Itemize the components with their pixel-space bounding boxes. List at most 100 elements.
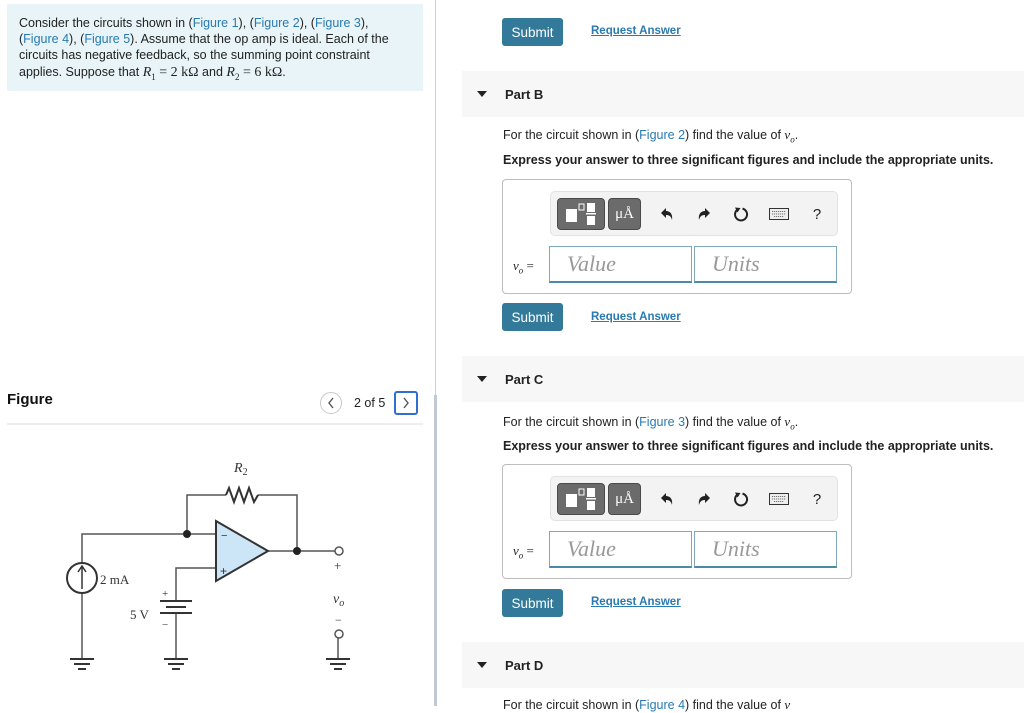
templates-button[interactable]: [557, 198, 605, 230]
help-button[interactable]: ?: [805, 486, 829, 512]
part-c-units-input[interactable]: Units: [694, 531, 837, 568]
part-d-figure-link[interactable]: Figure 4: [639, 698, 685, 712]
opamp-minus: −: [221, 530, 227, 542]
templates-button[interactable]: [557, 483, 605, 515]
problem-intro: Consider the circuits shown in (Figure 1…: [7, 4, 423, 91]
part-c-request-answer-link[interactable]: Request Answer: [591, 596, 681, 608]
keyboard-icon: [769, 493, 789, 505]
undo-button[interactable]: [655, 201, 679, 227]
part-b-variable-label: vo =: [513, 258, 534, 276]
part-c-label: Part C: [505, 371, 544, 387]
r1-symbol: R1: [142, 64, 156, 82]
undo-button[interactable]: [655, 486, 679, 512]
figure-2-link[interactable]: Figure 2: [254, 16, 300, 30]
vo-label: vo: [333, 592, 344, 609]
vo-plus: +: [334, 558, 341, 573]
r2-label: R2: [233, 461, 248, 478]
part-b-submit-button[interactable]: Submit: [502, 303, 563, 331]
figure-title: Figure: [7, 391, 53, 408]
figure-5-link[interactable]: Figure 5: [84, 32, 130, 46]
junction-dot-output: [293, 547, 301, 555]
ground-symbol-1: [70, 658, 94, 670]
part-c-question: For the circuit shown in (Figure 3) find…: [503, 414, 799, 432]
fraction-templates-icon: [566, 203, 596, 225]
chevron-left-icon: [328, 397, 334, 409]
caret-down-icon: [477, 91, 487, 97]
figure-3-link[interactable]: Figure 3: [315, 16, 361, 30]
battery-minus: −: [162, 619, 168, 631]
keyboard-icon: [769, 208, 789, 220]
figure-4-link[interactable]: Figure 4: [23, 32, 69, 46]
output-terminal-plus: [334, 546, 344, 556]
intro-text: Consider the circuits shown in (: [19, 16, 193, 30]
part-a-request-answer-link[interactable]: Request Answer: [591, 25, 681, 37]
output-terminal-minus: [334, 629, 344, 639]
part-c-math-toolbar: μÅ ?: [550, 476, 838, 521]
vo-minus: −: [335, 613, 342, 627]
prev-figure-button[interactable]: [320, 392, 342, 414]
reset-button[interactable]: [729, 486, 753, 512]
part-b-answer-box: μÅ ? vo = Value Units: [502, 179, 852, 294]
circuit-diagram: − + + vo − R2 2 mA + − 5 V: [66, 461, 350, 670]
undo-icon: [661, 493, 673, 505]
current-source-label: 2 mA: [100, 572, 130, 587]
part-c-submit-button[interactable]: Submit: [502, 589, 563, 617]
reset-icon: [734, 207, 749, 222]
part-b-figure-link[interactable]: Figure 2: [639, 128, 685, 142]
part-b-header[interactable]: Part B: [462, 71, 1024, 117]
keyboard-button[interactable]: [767, 201, 791, 227]
help-button[interactable]: ?: [805, 201, 829, 227]
r2-value: = 6 kΩ: [239, 64, 283, 80]
chevron-right-icon: [403, 397, 410, 409]
redo-icon: [698, 208, 710, 220]
part-a-submit-button[interactable]: Submit: [502, 18, 563, 46]
feedback-wire-right: [258, 494, 298, 551]
r1-value: = 2 kΩ: [155, 64, 199, 80]
redo-icon: [698, 493, 710, 505]
keyboard-button[interactable]: [767, 486, 791, 512]
and-text: and: [198, 64, 227, 79]
part-c-header[interactable]: Part C: [462, 356, 1024, 402]
part-b-label: Part B: [505, 86, 544, 102]
part-d-question: For the circuit shown in (Figure 4) find…: [503, 697, 791, 712]
part-b-instruction: Express your answer to three significant…: [503, 153, 994, 167]
reset-button[interactable]: [729, 201, 753, 227]
battery-plus: +: [162, 588, 168, 600]
figure-1-link[interactable]: Figure 1: [193, 16, 239, 30]
redo-button[interactable]: [692, 201, 716, 227]
redo-button[interactable]: [692, 486, 716, 512]
next-figure-button[interactable]: [394, 391, 419, 415]
ground-symbol-3: [326, 658, 350, 670]
part-c-figure-link[interactable]: Figure 3: [639, 415, 685, 429]
part-c-answer-box: μÅ ? vo = Value Units: [502, 464, 852, 579]
battery-label: 5 V: [130, 607, 150, 622]
opamp-plus: +: [220, 564, 227, 578]
part-c-instruction: Express your answer to three significant…: [503, 439, 994, 453]
junction-dot-inverting: [183, 530, 191, 538]
part-b-value-input[interactable]: Value: [549, 246, 692, 283]
fraction-templates-icon: [566, 488, 596, 510]
figure-page-counter: 2 of 5: [354, 396, 386, 410]
part-b-request-answer-link[interactable]: Request Answer: [591, 311, 681, 323]
resistor-r2: [225, 485, 259, 505]
part-d-header[interactable]: Part D: [462, 642, 1024, 688]
part-c-variable-label: vo =: [513, 543, 534, 561]
caret-down-icon: [477, 662, 487, 668]
figure-divider: [7, 423, 423, 425]
period: .: [282, 64, 286, 79]
part-b-question: For the circuit shown in (Figure 2) find…: [503, 127, 799, 145]
noninverting-input-wire: [175, 567, 216, 601]
caret-down-icon: [477, 376, 487, 382]
pane-scrollbar[interactable]: [434, 395, 437, 706]
problem-pane: Consider the circuits shown in (Figure 1…: [0, 0, 436, 706]
inverting-input-wire: [81, 533, 216, 563]
reset-icon: [734, 492, 749, 507]
r2-symbol: R2: [226, 64, 240, 82]
units-button[interactable]: μÅ: [608, 198, 641, 230]
part-b-units-input[interactable]: Units: [694, 246, 837, 283]
part-d-label: Part D: [505, 657, 544, 673]
ground-symbol-2: [164, 658, 188, 670]
part-c-value-input[interactable]: Value: [549, 531, 692, 568]
units-button[interactable]: μÅ: [608, 483, 641, 515]
undo-icon: [661, 208, 673, 220]
